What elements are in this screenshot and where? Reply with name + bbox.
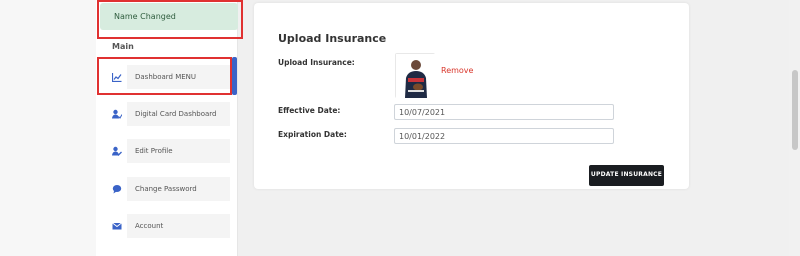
expiration-date-input[interactable]: 10/01/2022 [394,128,614,144]
upload-insurance-card [254,3,689,189]
sidebar-section-label: Main [112,42,134,51]
update-insurance-button[interactable]: UPDATE INSURANCE [589,165,664,186]
scrollbar-thumb[interactable] [792,70,798,150]
chat-bubble-icon [112,185,122,194]
sidebar-item-account[interactable]: Account [100,214,230,238]
page-gutter [0,0,96,256]
sidebar-item-label: Digital Card Dashboard [135,110,217,118]
effective-date-input[interactable]: 10/07/2021 [394,104,614,120]
sidebar-item-edit-profile[interactable]: Edit Profile [100,139,230,163]
active-indicator [232,57,237,95]
sidebar-item-label: Change Password [135,185,197,193]
expiration-date-label: Expiration Date: [278,130,347,139]
user-card-icon [112,109,122,119]
insurance-image-thumbnail[interactable] [395,53,436,99]
remove-image-link[interactable]: Remove [441,66,473,75]
user-edit-icon [112,146,122,156]
upload-insurance-label: Upload Insurance: [278,58,355,67]
highlight-outline-alert [97,0,243,39]
envelope-icon [112,222,122,230]
sidebar-item-digital-card-dashboard[interactable]: Digital Card Dashboard [100,102,230,126]
sidebar-item-change-password[interactable]: Change Password [100,177,230,201]
highlight-outline-dashboard [97,57,232,95]
sidebar-item-label: Edit Profile [135,147,173,155]
card-title: Upload Insurance [278,32,387,45]
effective-date-label: Effective Date: [278,106,341,115]
insurance-photo-image [396,54,436,99]
sidebar-item-label: Account [135,222,164,230]
